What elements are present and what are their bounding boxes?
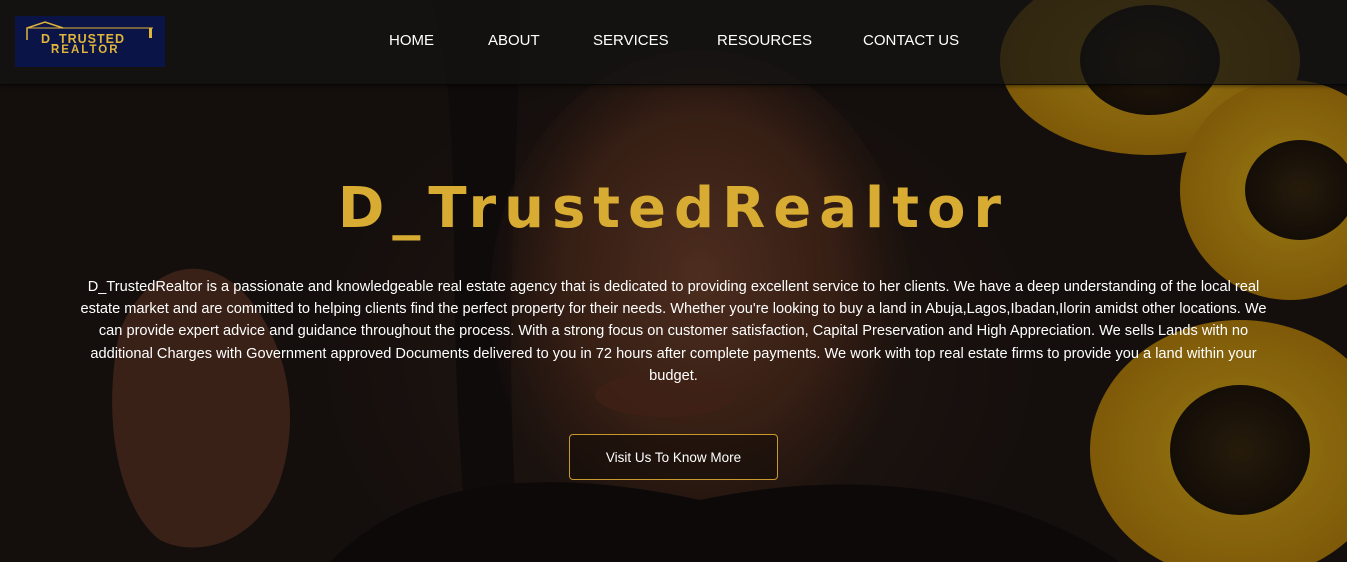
top-navbar: D_TRUSTED REALTOR HOME ABOUT SERVICES RE… bbox=[0, 0, 1347, 85]
nav-services[interactable]: SERVICES bbox=[593, 32, 669, 49]
nav-resources[interactable]: RESOURCES bbox=[717, 32, 812, 49]
hero-description: D_TrustedRealtor is a passionate and kno… bbox=[80, 279, 1267, 384]
main-nav: HOME ABOUT SERVICES RESOURCES CONTACT US bbox=[0, 32, 1347, 52]
hero-title: D_TrustedRealtor bbox=[337, 176, 1010, 241]
hero-section: D_TRUSTED REALTOR HOME ABOUT SERVICES RE… bbox=[0, 0, 1347, 562]
visit-us-button[interactable]: Visit Us To Know More bbox=[569, 434, 778, 480]
nav-home[interactable]: HOME bbox=[389, 32, 434, 49]
nav-about[interactable]: ABOUT bbox=[488, 32, 540, 49]
nav-contact-us[interactable]: CONTACT US bbox=[863, 32, 959, 49]
